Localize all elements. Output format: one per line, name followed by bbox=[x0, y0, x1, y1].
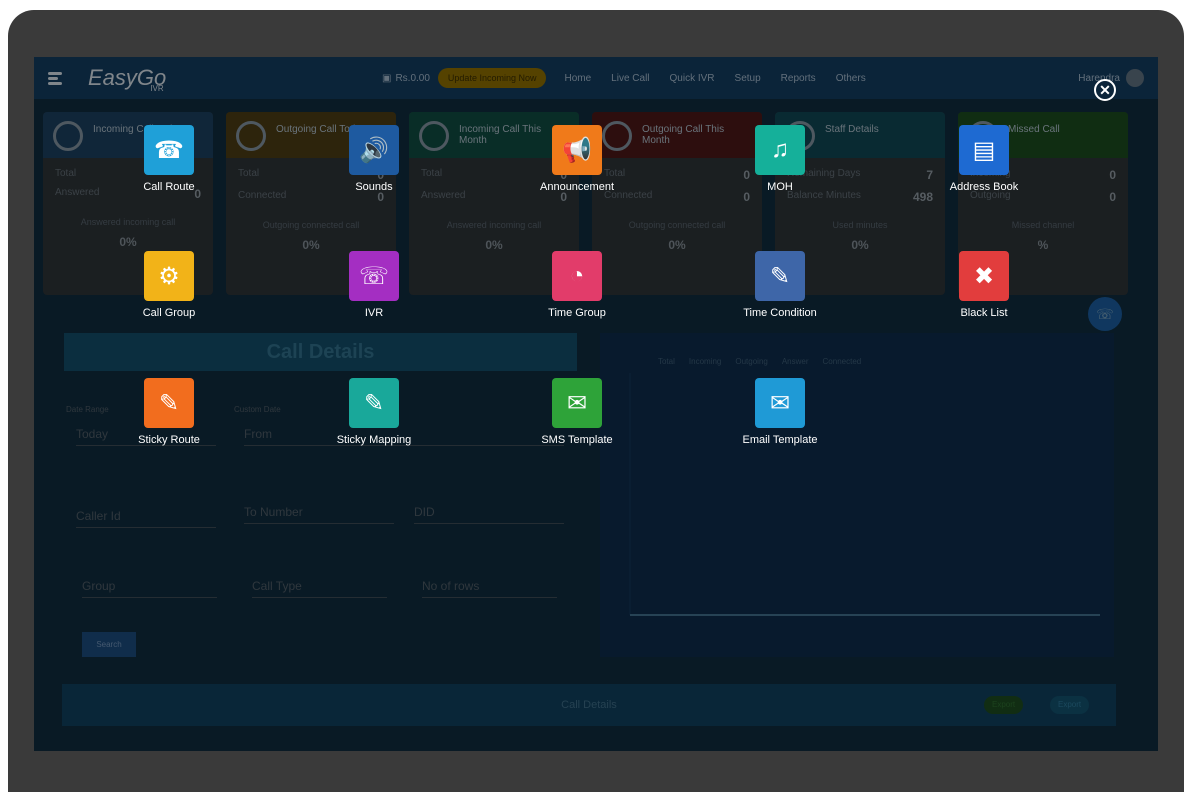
email-template-icon: ✉ bbox=[755, 378, 805, 428]
menu-tile-call-group[interactable]: ⚙ Call Group bbox=[109, 251, 229, 319]
sms-template-icon: ✉ bbox=[552, 378, 602, 428]
menu-tile-label: MOH bbox=[767, 181, 793, 193]
menu-tile-label: Call Route bbox=[143, 181, 195, 193]
menu-tile-address-book[interactable]: ▤ Address Book bbox=[924, 125, 1044, 193]
ivr-icon: ☏ bbox=[349, 251, 399, 301]
time-condition-icon: ✎ bbox=[755, 251, 805, 301]
app-screen: EasyGo IVR ▣ Rs.0.00 Update Incoming Now… bbox=[34, 57, 1158, 751]
menu-tile-label: Call Group bbox=[142, 307, 196, 319]
music-note-icon: ♫ bbox=[755, 125, 805, 175]
sticky-mapping-icon: ✎ bbox=[349, 378, 399, 428]
megaphone-icon: 📢 bbox=[552, 125, 602, 175]
menu-tile-sticky-mapping[interactable]: ✎ Sticky Mapping bbox=[314, 378, 434, 446]
menu-tile-label: Address Book bbox=[949, 181, 1019, 193]
menu-tile-label: Time Condition bbox=[743, 307, 817, 319]
menu-tile-announcement[interactable]: 📢 Announcement bbox=[517, 125, 637, 193]
menu-tile-label: Sticky Route bbox=[138, 434, 200, 446]
sticky-route-icon: ✎ bbox=[144, 378, 194, 428]
blacklist-icon: ✖ bbox=[959, 251, 1009, 301]
menu-tile-black-list[interactable]: ✖ Black List bbox=[924, 251, 1044, 319]
menu-tile-label: Black List bbox=[960, 307, 1008, 319]
menu-tile-label: Sounds bbox=[355, 181, 393, 193]
menu-tile-call-route[interactable]: ☎ Call Route bbox=[109, 125, 229, 193]
call-group-icon: ⚙ bbox=[144, 251, 194, 301]
menu-tile-time-group[interactable]: ◔ Time Group bbox=[517, 251, 637, 319]
call-route-icon: ☎ bbox=[144, 125, 194, 175]
menu-tile-label: Sticky Mapping bbox=[336, 434, 412, 446]
menu-tile-label: Announcement bbox=[540, 181, 614, 193]
time-group-icon: ◔ bbox=[552, 251, 602, 301]
speaker-icon: 🔊 bbox=[349, 125, 399, 175]
menu-tile-email-template[interactable]: ✉ Email Template bbox=[720, 378, 840, 446]
menu-tile-sms-template[interactable]: ✉ SMS Template bbox=[517, 378, 637, 446]
address-book-icon: ▤ bbox=[959, 125, 1009, 175]
menu-tile-label: IVR bbox=[364, 307, 384, 319]
menu-tile-label: Time Group bbox=[548, 307, 606, 319]
menu-tile-time-condition[interactable]: ✎ Time Condition bbox=[720, 251, 840, 319]
menu-tile-sounds[interactable]: 🔊 Sounds bbox=[314, 125, 434, 193]
menu-tile-ivr[interactable]: ☏ IVR bbox=[314, 251, 434, 319]
menu-tile-sticky-route[interactable]: ✎ Sticky Route bbox=[109, 378, 229, 446]
menu-tile-label: Email Template bbox=[742, 434, 818, 446]
menu-tile-moh[interactable]: ♫ MOH bbox=[720, 125, 840, 193]
close-icon[interactable]: ✕ bbox=[1094, 79, 1116, 101]
menu-tile-label: SMS Template bbox=[541, 434, 613, 446]
